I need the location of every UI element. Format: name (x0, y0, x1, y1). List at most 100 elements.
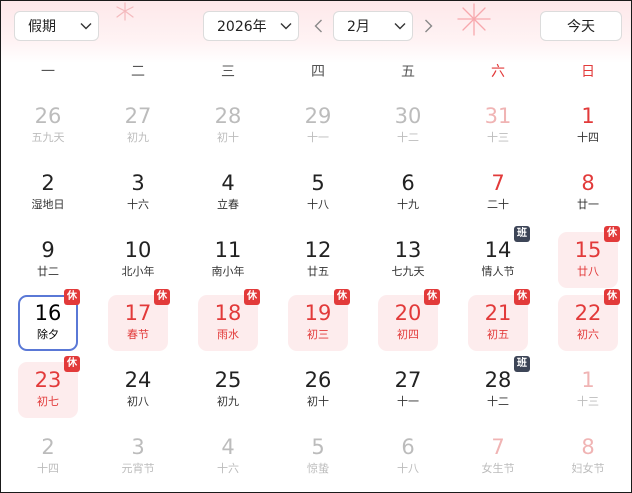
lunar-label: 初九 (127, 131, 149, 144)
prev-month-button[interactable] (309, 15, 327, 37)
day-cell[interactable]: 1 十四 (558, 98, 618, 154)
day-number: 2 (41, 171, 55, 195)
lunar-label: 惊蛰 (307, 462, 329, 475)
lunar-label: 女生节 (481, 462, 515, 475)
day-cell[interactable]: 27 十一 (378, 362, 438, 418)
day-cell[interactable]: 29 十一 (288, 98, 348, 154)
month-select[interactable]: 2月 (333, 11, 413, 41)
day-cell[interactable]: 3 元宵节 (108, 429, 168, 485)
day-cell[interactable]: 9 廿二 (18, 232, 78, 288)
day-cell[interactable]: 1 十三 (558, 362, 618, 418)
lunar-label: 南小年 (211, 265, 245, 278)
day-cell[interactable]: 4 十六 (198, 429, 258, 485)
lunar-label: 十一 (307, 131, 329, 144)
lunar-label: 初六 (577, 328, 599, 341)
day-cell[interactable]: 25 初九 (198, 362, 258, 418)
day-cell[interactable]: 4 立春 (198, 165, 258, 221)
lunar-label: 十九 (397, 198, 419, 211)
lunar-label: 十二 (487, 395, 509, 408)
day-cell[interactable]: 22 初六休 (558, 289, 620, 351)
day-cell[interactable]: 3 十六 (108, 165, 168, 221)
lunar-label: 廿一 (577, 198, 599, 211)
workday-badge: 班 (514, 226, 530, 242)
lunar-label: 元宵节 (121, 462, 155, 475)
day-cell[interactable]: 16 除夕休 (18, 289, 80, 351)
lunar-label: 十三 (577, 395, 599, 408)
firework-decoration-right (457, 3, 491, 36)
day-cell[interactable]: 28 十二班 (468, 356, 530, 418)
rest-day-badge: 休 (604, 226, 620, 242)
day-number: 27 (394, 368, 422, 392)
day-cell[interactable]: 30 十二 (378, 98, 438, 154)
day-number: 1 (581, 368, 595, 392)
chevron-right-icon (424, 19, 432, 33)
holiday-select[interactable]: 假期 (14, 11, 99, 41)
day-cell[interactable]: 24 初八 (108, 362, 168, 418)
day-cell[interactable]: 7 女生节 (468, 429, 528, 485)
next-month-button[interactable] (419, 15, 437, 37)
lunar-label: 立春 (217, 198, 239, 211)
rest-day-badge: 休 (244, 289, 260, 305)
lunar-label: 初八 (127, 395, 149, 408)
day-cell[interactable]: 2 十四 (18, 429, 78, 485)
lunar-label: 妇女节 (571, 462, 605, 475)
weekday-header-sun: 日 (581, 64, 595, 80)
day-cell[interactable]: 10 北小年 (108, 232, 168, 288)
lunar-label: 初四 (397, 328, 419, 341)
day-cell[interactable]: 20 初四休 (378, 289, 440, 351)
day-number: 12 (304, 238, 332, 262)
lunar-label: 五九天 (31, 131, 65, 144)
day-cell[interactable]: 11 南小年 (198, 232, 258, 288)
day-cell[interactable]: 7 二十 (468, 165, 528, 221)
day-cell[interactable]: 6 十九 (378, 165, 438, 221)
day-cell[interactable]: 28 初十 (198, 98, 258, 154)
day-cell[interactable]: 18 雨水休 (198, 289, 260, 351)
day-cell[interactable]: 15 廿八休 (558, 226, 620, 288)
day-cell[interactable]: 5 惊蛰 (288, 429, 348, 485)
lunar-label: 十八 (397, 462, 419, 475)
day-cell[interactable]: 27 初九 (108, 98, 168, 154)
day-cell[interactable]: 5 十八 (288, 165, 348, 221)
day-cell[interactable]: 13 七九天 (378, 232, 438, 288)
lunar-label: 十四 (577, 131, 599, 144)
weekday-header-sat: 六 (491, 64, 505, 80)
lunar-label: 春节 (127, 328, 149, 341)
chevron-down-icon (74, 22, 98, 30)
year-select[interactable]: 2026年 (203, 11, 299, 41)
day-number: 27 (124, 104, 152, 128)
day-cell[interactable]: 19 初三休 (288, 289, 350, 351)
lunar-label: 北小年 (121, 265, 155, 278)
day-cell[interactable]: 12 廿五 (288, 232, 348, 288)
day-cell[interactable]: 31 十三 (468, 98, 528, 154)
day-cell[interactable]: 14 情人节班 (468, 226, 530, 288)
day-cell[interactable]: 8 廿一 (558, 165, 618, 221)
rest-day-badge: 休 (64, 289, 80, 305)
firework-decoration-left (116, 2, 134, 21)
calendar-panel: 假期 2026年 2月 今天 一 二 三 四 五 六 日 26 五九天 27 初九 28… (0, 0, 632, 493)
day-number: 9 (41, 238, 55, 262)
today-button[interactable]: 今天 (540, 11, 622, 41)
day-cell[interactable]: 17 春节休 (108, 289, 170, 351)
day-cell[interactable]: 26 五九天 (18, 98, 78, 154)
weekday-header-thu: 四 (311, 64, 325, 80)
day-number: 2 (41, 435, 55, 459)
day-number: 4 (221, 435, 235, 459)
weekday-header-tue: 二 (131, 64, 145, 80)
day-number: 29 (304, 104, 332, 128)
day-number: 28 (214, 104, 242, 128)
lunar-label: 十二 (397, 131, 419, 144)
chevron-down-icon (388, 22, 412, 30)
day-number: 1 (581, 104, 595, 128)
day-cell[interactable]: 2 湿地日 (18, 165, 78, 221)
lunar-label: 初九 (217, 395, 239, 408)
day-cell[interactable]: 23 初七休 (18, 356, 80, 418)
lunar-label: 湿地日 (31, 198, 65, 211)
day-cell[interactable]: 26 初十 (288, 362, 348, 418)
day-number: 30 (394, 104, 422, 128)
day-cell[interactable]: 21 初五休 (468, 289, 530, 351)
month-select-label: 2月 (347, 19, 370, 35)
day-cell[interactable]: 8 妇女节 (558, 429, 618, 485)
today-button-label: 今天 (567, 19, 595, 35)
holiday-select-label: 假期 (28, 19, 56, 35)
day-cell[interactable]: 6 十八 (378, 429, 438, 485)
